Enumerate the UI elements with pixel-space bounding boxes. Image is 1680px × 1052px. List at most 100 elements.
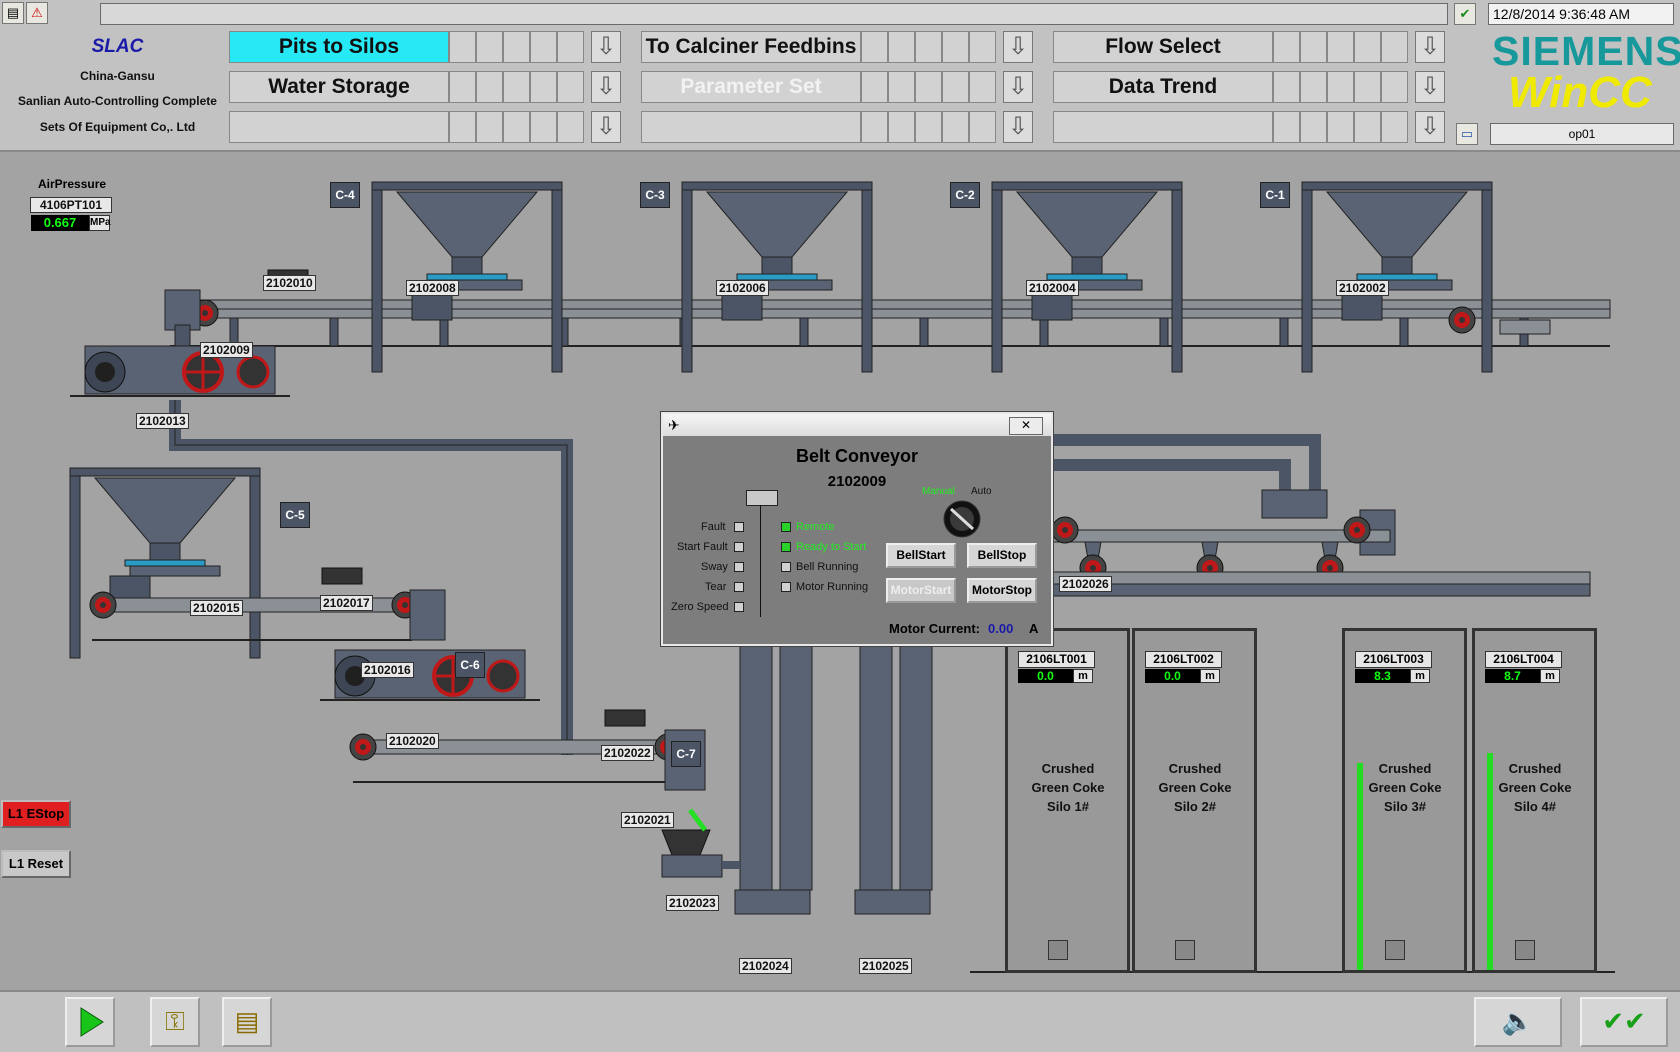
arrow-down-icon[interactable]: ⇩ (1003, 31, 1033, 63)
arrow-down-icon[interactable]: ⇩ (591, 111, 621, 143)
remote-label: Remote (796, 521, 835, 533)
arrow-down-icon[interactable]: ⇩ (1003, 71, 1033, 103)
acknowledge-icon[interactable]: ✔ (1454, 3, 1476, 25)
silo-level-tag: 2106LT002 (1145, 651, 1222, 668)
bell-start-button[interactable]: BellStart (886, 543, 956, 568)
pit-label-c3[interactable]: C-3 (640, 182, 670, 208)
zero-speed-label: Zero Speed (671, 601, 729, 613)
pressure-value: 0.667 (31, 215, 89, 231)
report-icon[interactable]: ▤ (2, 2, 24, 24)
arrow-down-icon[interactable]: ⇩ (1415, 71, 1445, 103)
silo-2[interactable]: 2106LT002 0.0 m Crushed Green Coke Silo 2# (1132, 628, 1257, 973)
footer-bar: ⚿ ▤ 🔈 ✔✔ (0, 990, 1680, 1052)
ready-to-start-indicator (781, 542, 791, 552)
nav-data-trend[interactable]: Data Trend (1053, 71, 1273, 103)
motor-start-button[interactable]: MotorStart (886, 578, 956, 603)
nav-to-calciner-feedbins[interactable]: To Calciner Feedbins (641, 31, 861, 63)
speaker-icon: 🔈 (1501, 1006, 1535, 1036)
equipment-tag[interactable]: 2102009 (200, 342, 253, 358)
equipment-tag[interactable]: 2102006 (716, 280, 769, 296)
silo-name: Crushed Green Coke Silo 3# (1368, 761, 1442, 814)
silo-3[interactable]: 2106LT003 8.3 m Crushed Green Coke Silo 3# (1342, 628, 1467, 973)
silo-level-value: 8.3 (1355, 669, 1410, 683)
pin-icon[interactable]: ✈ (668, 417, 680, 434)
reset-button[interactable]: L1 Reset (1, 850, 71, 878)
nav-water-storage[interactable]: Water Storage (229, 71, 449, 103)
estop-button[interactable]: L1 EStop (1, 800, 71, 828)
motor-stop-button[interactable]: MotorStop (967, 578, 1037, 603)
silo-4[interactable]: 2106LT004 8.7 m Crushed Green Coke Silo 4# (1472, 628, 1597, 973)
silo-level-unit: m (1200, 669, 1220, 683)
pressure-unit: MPa (89, 215, 111, 231)
silo-1[interactable]: 2106LT001 0.0 m Crushed Green Coke Silo 1# (1005, 628, 1130, 973)
tear-indicator (734, 582, 744, 592)
login-button[interactable]: ⚿ (150, 997, 200, 1047)
bell-running-indicator (781, 562, 791, 572)
arrow-down-icon[interactable]: ⇩ (1415, 111, 1445, 143)
pit-label-c4[interactable]: C-4 (330, 182, 360, 208)
pressure-tag: 4106PT101 (30, 197, 112, 213)
equipment-tag[interactable]: 2102013 (136, 413, 189, 429)
equipment-tag[interactable]: 2102008 (406, 280, 459, 296)
equipment-tag[interactable]: 2102024 (739, 958, 792, 974)
arrow-down-icon[interactable]: ⇩ (1003, 111, 1033, 143)
arrow-down-icon[interactable]: ⇩ (1415, 31, 1445, 63)
silo-name: Crushed Green Coke Silo 4# (1498, 761, 1572, 814)
arrow-down-icon[interactable]: ⇩ (591, 31, 621, 63)
equipment-tag[interactable]: 2102021 (621, 812, 674, 828)
nav-empty[interactable] (229, 111, 449, 143)
equipment-tag[interactable]: 2102026 (1059, 576, 1112, 592)
close-icon[interactable]: ✕ (1009, 417, 1043, 435)
status-root-box (746, 490, 778, 506)
equipment-tag[interactable]: 2102023 (666, 895, 719, 911)
play-icon (80, 1007, 104, 1037)
silo-name: Crushed Green Coke Silo 2# (1158, 761, 1232, 814)
silo-level-unit: m (1410, 669, 1430, 683)
pit-label-c5[interactable]: C-5 (280, 502, 310, 528)
bell-stop-button[interactable]: BellStop (967, 543, 1037, 568)
silo-level-value: 0.0 (1018, 669, 1073, 683)
mode-selector-knob[interactable] (941, 498, 983, 540)
pit-label-c1[interactable]: C-1 (1260, 182, 1290, 208)
alarm-icon[interactable]: ⚠ (26, 2, 48, 24)
operator-display: op01 (1490, 123, 1674, 145)
nav-empty[interactable] (641, 111, 861, 143)
equipment-tag[interactable]: 2102022 (601, 745, 654, 761)
start-runtime-button[interactable] (65, 997, 115, 1047)
pit-label-c2[interactable]: C-2 (950, 182, 980, 208)
arrow-down-icon[interactable]: ⇩ (591, 71, 621, 103)
equipment-tag[interactable]: 2102015 (190, 600, 243, 616)
equipment-tag[interactable]: 2102020 (386, 733, 439, 749)
equipment-tag[interactable]: 2102016 (361, 662, 414, 678)
company-line2: Sanlian Auto-Controlling Complete (18, 94, 217, 108)
pit-label-c7[interactable]: C-7 (671, 741, 701, 767)
company-line1: China-Gansu (80, 69, 155, 83)
acknowledge-all-button[interactable]: ✔✔ (1580, 997, 1668, 1047)
silo-level-tag: 2106LT004 (1485, 651, 1562, 668)
equipment-tag[interactable]: 2102004 (1026, 280, 1079, 296)
auto-label: Auto (971, 486, 992, 497)
equipment-tag[interactable]: 2102017 (320, 595, 373, 611)
equipment-tag[interactable]: 2102025 (859, 958, 912, 974)
pit-label-c6[interactable]: C-6 (455, 652, 485, 678)
silo-level-unit: m (1540, 669, 1560, 683)
nav-parameter-set[interactable]: Parameter Set (641, 71, 861, 103)
datetime-display: 12/8/2014 9:36:48 AM (1488, 3, 1674, 25)
silo-level-value: 0.0 (1145, 669, 1200, 683)
sway-indicator (734, 562, 744, 572)
start-fault-indicator (734, 542, 744, 552)
mute-horn-button[interactable]: 🔈 (1474, 997, 1562, 1047)
manual-label: Manual (922, 486, 955, 497)
nav-empty[interactable] (1053, 111, 1273, 143)
dialog-titlebar[interactable]: ✈ ✕ (663, 414, 1051, 436)
printer-icon[interactable]: ▭ (1456, 123, 1478, 145)
silo-level-bar (1357, 763, 1363, 970)
silo-level-tag: 2106LT001 (1018, 651, 1095, 668)
nav-flow-select[interactable]: Flow Select (1053, 31, 1273, 63)
equipment-tag[interactable]: 2102010 (263, 275, 316, 291)
nav-pits-to-silos[interactable]: Pits to Silos (229, 31, 449, 63)
silo-level-unit: m (1073, 669, 1093, 683)
equipment-tag[interactable]: 2102002 (1336, 280, 1389, 296)
silo-hatch (1515, 940, 1535, 960)
report-button[interactable]: ▤ (222, 997, 272, 1047)
